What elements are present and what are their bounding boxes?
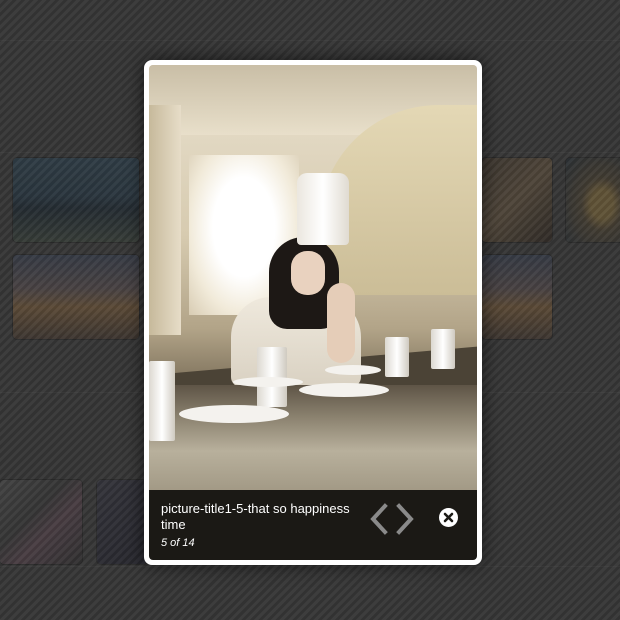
lightbox-dialog: picture-title1-5-that so happiness time … bbox=[144, 60, 482, 565]
photo-plate bbox=[299, 383, 389, 397]
photo-chef-arm bbox=[327, 283, 355, 363]
lightbox-image bbox=[149, 65, 477, 490]
image-counter: 5 of 14 bbox=[161, 537, 195, 549]
lightbox-caption-bar: picture-title1-5-that so happiness time … bbox=[149, 490, 477, 560]
next-image-button[interactable] bbox=[391, 502, 417, 536]
photo-cup bbox=[149, 361, 175, 441]
close-icon bbox=[443, 512, 454, 523]
prev-image-button[interactable] bbox=[367, 502, 393, 536]
photo-counter bbox=[149, 385, 477, 490]
photo-cup bbox=[385, 337, 409, 377]
chevron-left-icon bbox=[370, 503, 388, 535]
photo-chef-hat bbox=[297, 173, 349, 245]
photo-plate bbox=[179, 405, 289, 423]
image-caption-title: picture-title1-5-that so happiness time bbox=[161, 501, 350, 532]
photo-chef-face bbox=[291, 251, 325, 295]
photo-cup bbox=[431, 329, 455, 369]
photo-pillar bbox=[149, 105, 181, 335]
close-lightbox-button[interactable] bbox=[439, 508, 458, 527]
photo-plate bbox=[325, 365, 381, 375]
photo-plate bbox=[233, 377, 303, 387]
chevron-right-icon bbox=[396, 503, 414, 535]
